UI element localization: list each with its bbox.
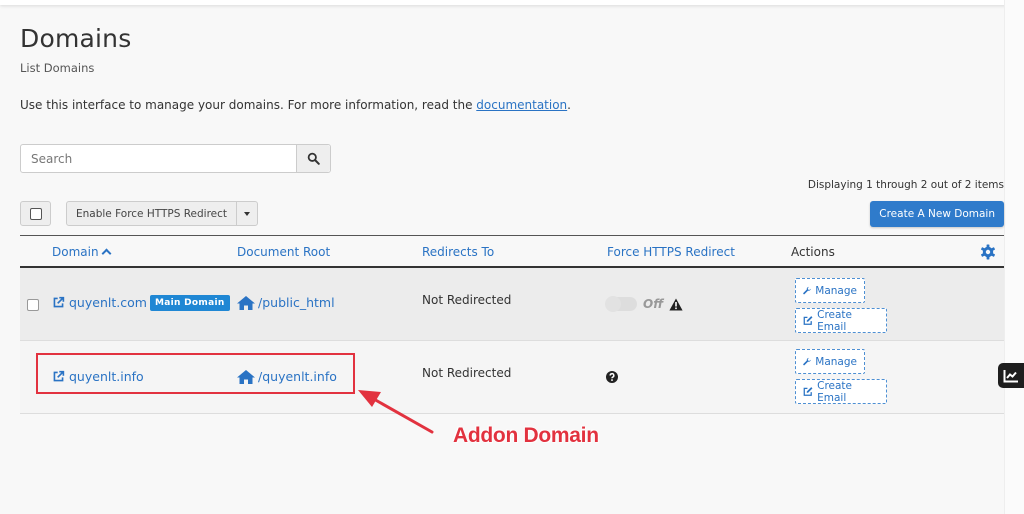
table-header: Domain Document Root Redirects To Force … bbox=[20, 236, 1004, 268]
create-email-label: Create Email bbox=[817, 308, 852, 333]
warning-icon[interactable] bbox=[669, 298, 683, 311]
intro-text: Use this interface to manage your domain… bbox=[20, 98, 571, 112]
gear-icon bbox=[981, 244, 995, 260]
intro-text-body: Use this interface to manage your domain… bbox=[20, 98, 477, 112]
page-subtitle: List Domains bbox=[20, 61, 95, 75]
right-edge-panel bbox=[1004, 0, 1024, 514]
main-domain-badge: Main Domain bbox=[150, 295, 230, 311]
bulk-action-split-button: Enable Force HTTPS Redirect bbox=[66, 201, 259, 226]
document-root-path: /public_html bbox=[258, 295, 335, 310]
manage-label: Manage bbox=[815, 355, 857, 368]
column-header-document-root[interactable]: Document Root bbox=[237, 245, 330, 259]
domain-name: quyenlt.com bbox=[69, 295, 147, 310]
home-icon bbox=[237, 295, 255, 310]
edit-icon bbox=[803, 387, 813, 396]
wrench-icon bbox=[803, 286, 811, 295]
column-header-force-https[interactable]: Force HTTPS Redirect bbox=[607, 245, 735, 259]
domain-link[interactable]: quyenlt.com bbox=[52, 295, 147, 310]
analytics-widget-button[interactable] bbox=[998, 363, 1024, 388]
manage-button[interactable]: Manage bbox=[795, 349, 865, 374]
page-title: Domains bbox=[20, 24, 132, 53]
manage-button[interactable]: Manage bbox=[795, 278, 865, 303]
pagination-summary: Displaying 1 through 2 out of 2 items bbox=[807, 179, 1004, 191]
column-header-redirects-to[interactable]: Redirects To bbox=[422, 245, 494, 259]
row-checkbox[interactable] bbox=[27, 299, 39, 311]
question-icon bbox=[606, 371, 618, 383]
force-https-control: Off bbox=[605, 296, 683, 312]
table-settings-button[interactable] bbox=[980, 244, 996, 263]
toggle-state-label: Off bbox=[643, 297, 664, 311]
force-https-toggle[interactable] bbox=[605, 296, 637, 312]
intro-text-end: . bbox=[567, 98, 571, 112]
annotation-label: Addon Domain bbox=[453, 424, 599, 447]
column-label: Domain bbox=[52, 245, 99, 259]
enable-force-https-button[interactable]: Enable Force HTTPS Redirect bbox=[67, 202, 238, 225]
redirect-status: Not Redirected bbox=[422, 293, 512, 307]
create-new-domain-button[interactable]: Create A New Domain bbox=[870, 201, 1004, 227]
documentation-link[interactable]: documentation bbox=[476, 98, 567, 112]
caret-down-icon bbox=[244, 211, 251, 216]
search-box bbox=[20, 144, 331, 173]
search-icon bbox=[307, 152, 320, 165]
create-email-button[interactable]: Create Email bbox=[795, 308, 887, 333]
force-https-help[interactable] bbox=[606, 371, 618, 386]
external-link-icon bbox=[53, 296, 65, 308]
create-email-button[interactable]: Create Email bbox=[795, 379, 887, 404]
line-chart-icon bbox=[1003, 369, 1018, 382]
search-button[interactable] bbox=[296, 145, 330, 172]
create-email-label: Create Email bbox=[817, 379, 852, 404]
sort-ascending-icon bbox=[101, 248, 112, 259]
search-input[interactable] bbox=[21, 145, 296, 172]
column-header-domain[interactable]: Domain bbox=[52, 245, 112, 259]
column-header-actions: Actions bbox=[791, 245, 835, 259]
edit-icon bbox=[803, 316, 813, 325]
document-root-link[interactable]: /public_html bbox=[237, 295, 335, 310]
table-row: quyenlt.com Main Domain /public_html Not… bbox=[20, 268, 1004, 341]
bulk-action-dropdown-toggle[interactable] bbox=[237, 202, 257, 225]
manage-label: Manage bbox=[815, 284, 857, 297]
redirect-status: Not Redirected bbox=[422, 366, 512, 380]
wrench-icon bbox=[803, 357, 811, 366]
checkbox-icon bbox=[29, 207, 42, 220]
select-all-checkbox[interactable] bbox=[20, 201, 51, 226]
annotation-highlight-box bbox=[36, 353, 355, 394]
top-bar bbox=[0, 0, 1024, 5]
